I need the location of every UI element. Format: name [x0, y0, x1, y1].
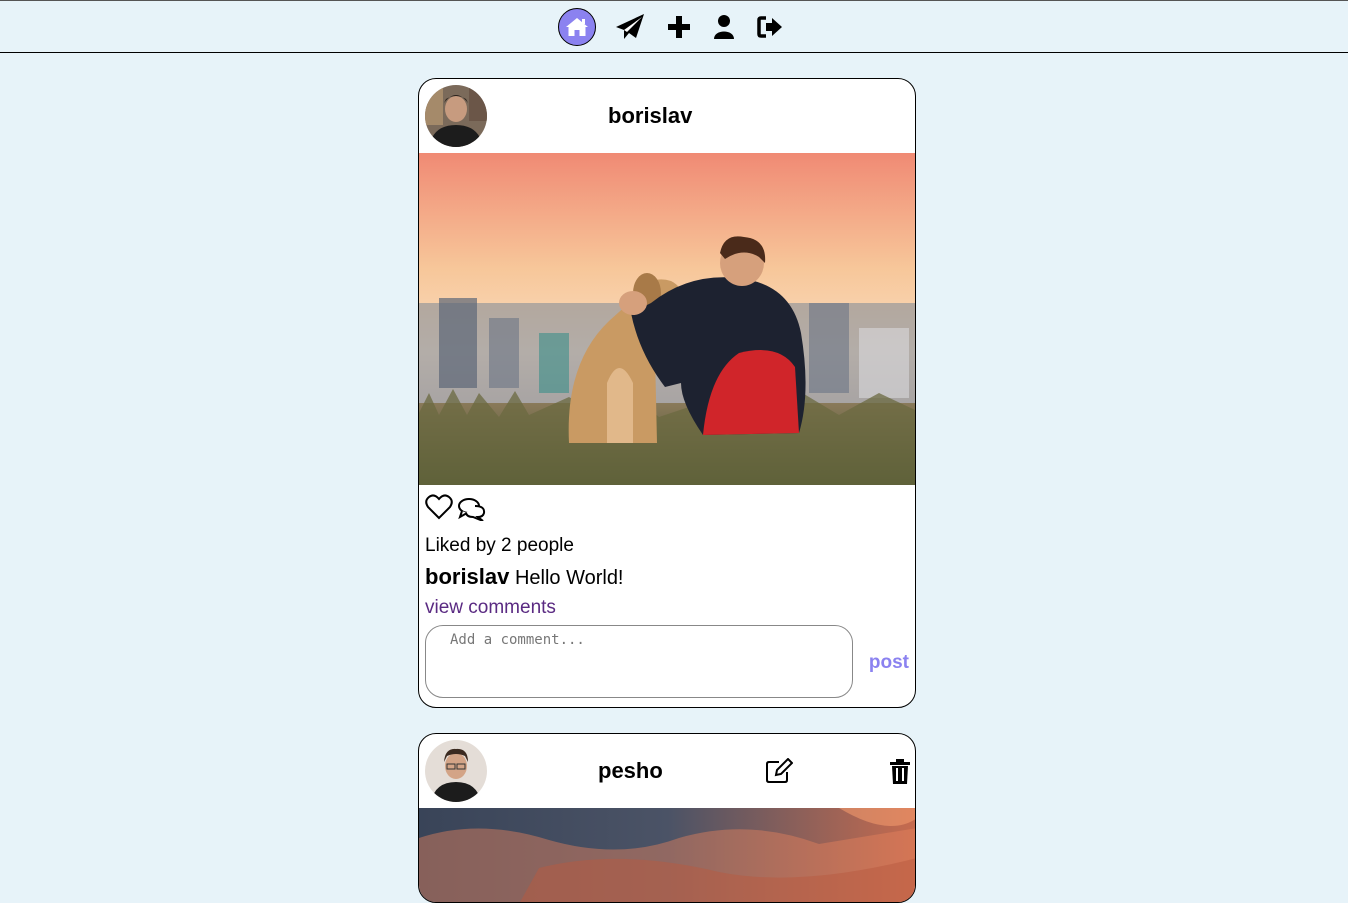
comments-icon[interactable]: [458, 497, 486, 526]
home-icon[interactable]: [558, 8, 596, 46]
post-actions: [419, 485, 915, 523]
caption-text: Hello World!: [514, 567, 624, 589]
post-header: borislav: [419, 79, 915, 153]
post-username[interactable]: borislav: [608, 103, 692, 129]
post-header: pesho: [419, 734, 915, 808]
paper-plane-icon[interactable]: [611, 8, 649, 46]
avatar[interactable]: [425, 85, 487, 147]
post-image: [419, 808, 915, 902]
plus-icon[interactable]: [660, 8, 698, 46]
post-comment-button[interactable]: post: [869, 652, 909, 674]
post-card: borislav Liked by 2 people borislav Hell…: [418, 78, 916, 708]
top-navigation-bar: [0, 0, 1348, 53]
caption-username[interactable]: borislav: [425, 564, 509, 589]
avatar[interactable]: [425, 740, 487, 802]
post-card: pesho: [418, 733, 916, 903]
post-username[interactable]: pesho: [598, 758, 663, 784]
post-image: [419, 153, 915, 485]
likes-count: Liked by 2 people: [425, 535, 574, 556]
user-icon[interactable]: [705, 8, 743, 46]
post-caption: borislav Hello World!: [425, 564, 624, 590]
edit-icon[interactable]: [765, 757, 794, 786]
view-comments-link[interactable]: view comments: [425, 597, 556, 619]
trash-icon[interactable]: [889, 759, 915, 787]
heart-icon[interactable]: [425, 494, 453, 525]
comment-input[interactable]: [425, 625, 853, 698]
sign-out-icon[interactable]: [751, 8, 789, 46]
